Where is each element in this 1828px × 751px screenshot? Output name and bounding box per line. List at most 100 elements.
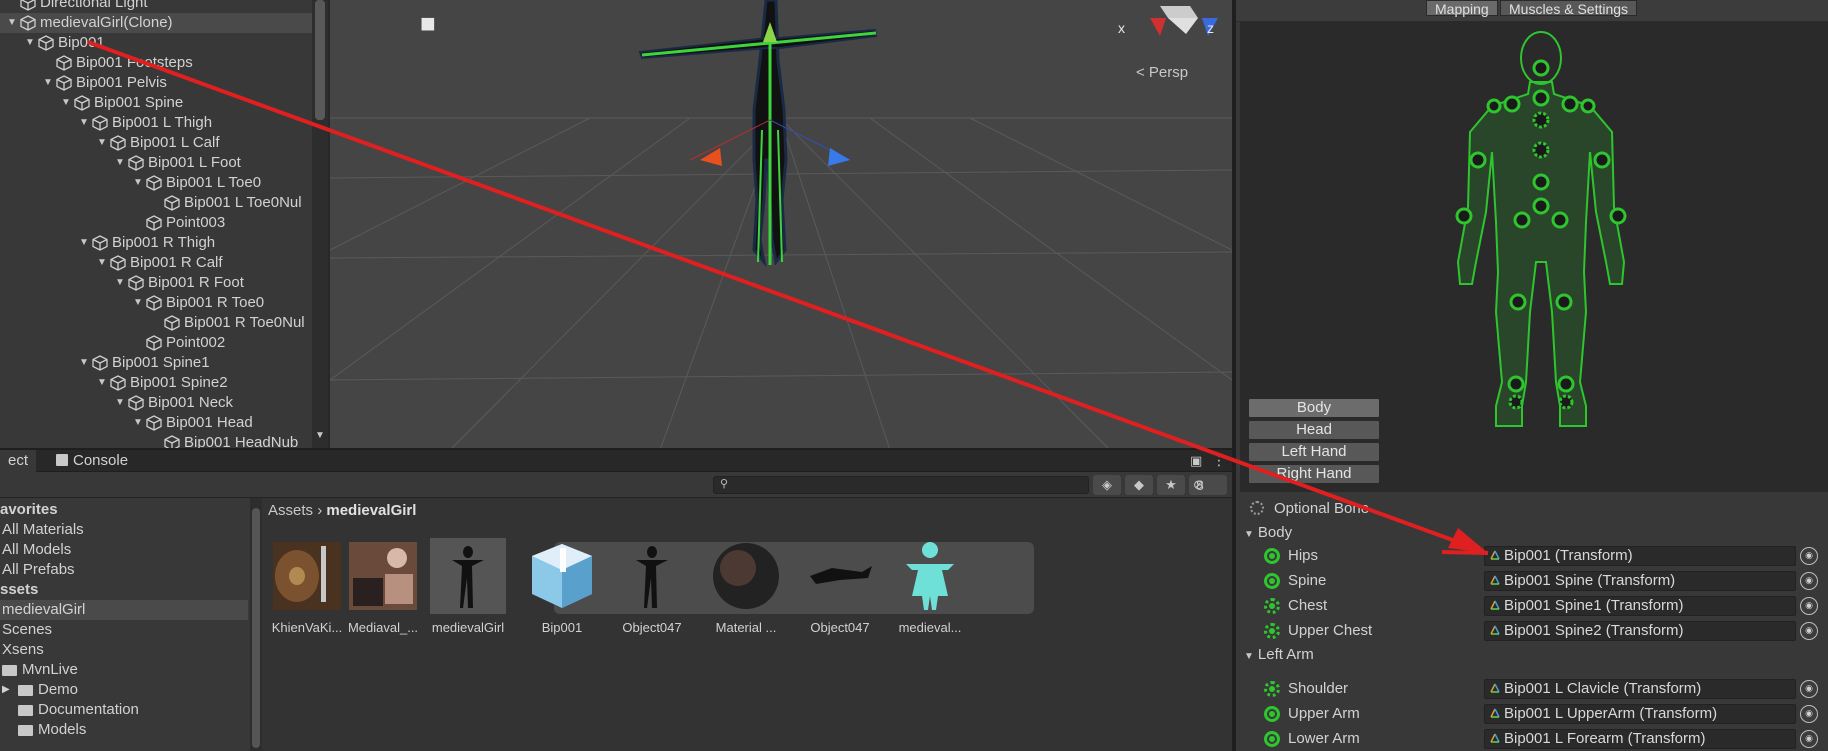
- expand-arrow-icon[interactable]: ▼: [96, 133, 108, 153]
- object-picker-icon[interactable]: ◉: [1800, 572, 1818, 590]
- bone-transform-field[interactable]: Bip001 L UpperArm (Transform): [1484, 704, 1796, 724]
- asset-item[interactable]: Object047: [605, 538, 699, 635]
- muscles-settings-tab-button[interactable]: Muscles & Settings: [1500, 0, 1638, 17]
- hierarchy-item[interactable]: ▼ Bip001 R Toe0: [0, 293, 312, 313]
- filter-by-label-button[interactable]: ◆: [1125, 475, 1153, 495]
- asset-item[interactable]: Material ...: [699, 538, 793, 635]
- folder-item[interactable]: MvnLive: [0, 660, 248, 680]
- hierarchy-item[interactable]: ▼ Bip001 Neck: [0, 393, 312, 413]
- bone-status-icon[interactable]: [1264, 706, 1280, 722]
- mapping-tab-button[interactable]: Mapping: [1426, 0, 1498, 17]
- hierarchy-item[interactable]: Point003: [0, 213, 312, 233]
- hierarchy-item[interactable]: ▼ Bip001 L Toe0: [0, 173, 312, 193]
- hierarchy-item[interactable]: ▼ Bip001 R Foot: [0, 273, 312, 293]
- bone-status-icon[interactable]: [1264, 623, 1280, 639]
- scroll-down-arrow-icon[interactable]: ▼: [312, 430, 328, 444]
- hidden-packages-button[interactable]: ⊘: [1189, 475, 1227, 495]
- camera-icon[interactable]: ■: [420, 8, 436, 39]
- asset-item[interactable]: Object047: [793, 538, 887, 635]
- bone-status-icon[interactable]: [1264, 573, 1280, 589]
- expand-arrow-icon[interactable]: ▼: [132, 413, 144, 433]
- object-picker-icon[interactable]: ◉: [1800, 597, 1818, 615]
- character-rig[interactable]: [638, 0, 878, 268]
- tab-project[interactable]: ect: [0, 450, 37, 472]
- hierarchy-scrollbar-thumb[interactable]: [315, 0, 325, 120]
- expand-arrow-icon[interactable]: ▼: [78, 233, 90, 253]
- bone-transform-field[interactable]: Bip001 L Forearm (Transform): [1484, 729, 1796, 749]
- bone-status-icon[interactable]: [1264, 598, 1280, 614]
- hierarchy-item[interactable]: ▼ Bip001 Spine: [0, 93, 312, 113]
- body-part-button[interactable]: Body: [1248, 398, 1380, 418]
- object-picker-icon[interactable]: ◉: [1800, 705, 1818, 723]
- expand-arrow-icon[interactable]: ▼: [96, 373, 108, 393]
- folder-item[interactable]: ▶ Demo: [0, 680, 248, 700]
- tree-item[interactable]: Xsens: [0, 640, 248, 660]
- tree-item[interactable]: medievalGirl: [0, 600, 248, 620]
- object-picker-icon[interactable]: ◉: [1800, 547, 1818, 565]
- expand-arrow-icon[interactable]: ▼: [42, 73, 54, 93]
- body-part-button[interactable]: Right Hand: [1248, 464, 1380, 484]
- hierarchy-item[interactable]: ▼ medievalGirl(Clone): [0, 13, 312, 33]
- favorites-star-button[interactable]: ★: [1157, 475, 1185, 495]
- expand-arrow-icon[interactable]: ▶: [2, 680, 10, 700]
- expand-arrow-icon[interactable]: ▼: [114, 153, 126, 173]
- expand-arrow-icon[interactable]: ▼: [6, 13, 18, 33]
- bone-status-icon[interactable]: [1264, 681, 1280, 697]
- expand-arrow-icon[interactable]: ▼: [132, 293, 144, 313]
- tree-item[interactable]: All Prefabs: [0, 560, 248, 580]
- bone-transform-field[interactable]: Bip001 Spine (Transform): [1484, 571, 1796, 591]
- hierarchy-scrollbar[interactable]: [312, 0, 328, 450]
- hierarchy-item[interactable]: Directional Light: [0, 0, 312, 13]
- bone-status-icon[interactable]: [1264, 731, 1280, 747]
- expand-arrow-icon[interactable]: ▼: [78, 353, 90, 373]
- hierarchy-item[interactable]: Bip001 Footsteps: [0, 53, 312, 73]
- folder-item[interactable]: Models: [0, 720, 248, 740]
- section-left-arm[interactable]: ▼ Left Arm: [1244, 646, 1314, 663]
- perspective-toggle[interactable]: < Persp: [1136, 64, 1188, 81]
- folder-item[interactable]: Documentation: [0, 700, 248, 720]
- scene-view[interactable]: ■ x z < Persp: [330, 0, 1232, 450]
- asset-item[interactable]: Mediaval_...: [336, 538, 430, 635]
- body-part-button[interactable]: Left Hand: [1248, 442, 1380, 462]
- bone-transform-field[interactable]: Bip001 L Clavicle (Transform): [1484, 679, 1796, 699]
- breadcrumb-assets[interactable]: Assets: [268, 502, 313, 519]
- expand-arrow-icon[interactable]: ▼: [96, 253, 108, 273]
- gizmo-x-label[interactable]: x: [1118, 20, 1125, 36]
- bone-transform-field[interactable]: Bip001 Spine2 (Transform): [1484, 621, 1796, 641]
- hierarchy-item[interactable]: ▼ Bip001 Spine2: [0, 373, 312, 393]
- expand-arrow-icon[interactable]: ▼: [132, 173, 144, 193]
- hierarchy-item[interactable]: ▼ Bip001 L Calf: [0, 133, 312, 153]
- hierarchy-item[interactable]: ▼ Bip001 L Thigh: [0, 113, 312, 133]
- hierarchy-item[interactable]: ▼ Bip001 R Calf: [0, 253, 312, 273]
- expand-arrow-icon[interactable]: ▼: [78, 113, 90, 133]
- tree-item[interactable]: All Materials: [0, 520, 248, 540]
- expand-arrow-icon[interactable]: ▼: [24, 33, 36, 53]
- body-part-button[interactable]: Head: [1248, 420, 1380, 440]
- tree-item[interactable]: ssets: [0, 580, 248, 600]
- lock-icon[interactable]: ▣: [1190, 453, 1202, 469]
- expand-arrow-icon[interactable]: ▼: [60, 93, 72, 113]
- folder-tree-scrollbar-thumb[interactable]: [252, 508, 260, 748]
- object-picker-icon[interactable]: ◉: [1800, 622, 1818, 640]
- tree-item[interactable]: All Models: [0, 540, 248, 560]
- section-body[interactable]: ▼ Body: [1244, 524, 1292, 541]
- hierarchy-item[interactable]: Point002: [0, 333, 312, 353]
- bone-transform-field[interactable]: Bip001 (Transform): [1484, 546, 1796, 566]
- asset-item[interactable]: medievalGirl: [421, 538, 515, 635]
- object-picker-icon[interactable]: ◉: [1800, 680, 1818, 698]
- hierarchy-item[interactable]: ▼ Bip001: [0, 33, 312, 53]
- filter-by-type-button[interactable]: ◈: [1093, 475, 1121, 495]
- hierarchy-item[interactable]: ▼ Bip001 R Thigh: [0, 233, 312, 253]
- kebab-menu-icon[interactable]: ⋮: [1212, 452, 1226, 469]
- hierarchy-item[interactable]: ▼ Bip001 Head: [0, 413, 312, 433]
- hierarchy-item[interactable]: Bip001 R Toe0Nul: [0, 313, 312, 333]
- tree-item[interactable]: avorites: [0, 500, 248, 520]
- gizmo-z-label[interactable]: z: [1207, 20, 1214, 36]
- hierarchy-item[interactable]: ▼ Bip001 Spine1: [0, 353, 312, 373]
- tree-item[interactable]: Scenes: [0, 620, 248, 640]
- bone-status-icon[interactable]: [1264, 548, 1280, 564]
- asset-item[interactable]: Bip001: [515, 538, 609, 635]
- hierarchy-item[interactable]: ▼ Bip001 Pelvis: [0, 73, 312, 93]
- expand-arrow-icon[interactable]: ▼: [114, 393, 126, 413]
- object-picker-icon[interactable]: ◉: [1800, 730, 1818, 748]
